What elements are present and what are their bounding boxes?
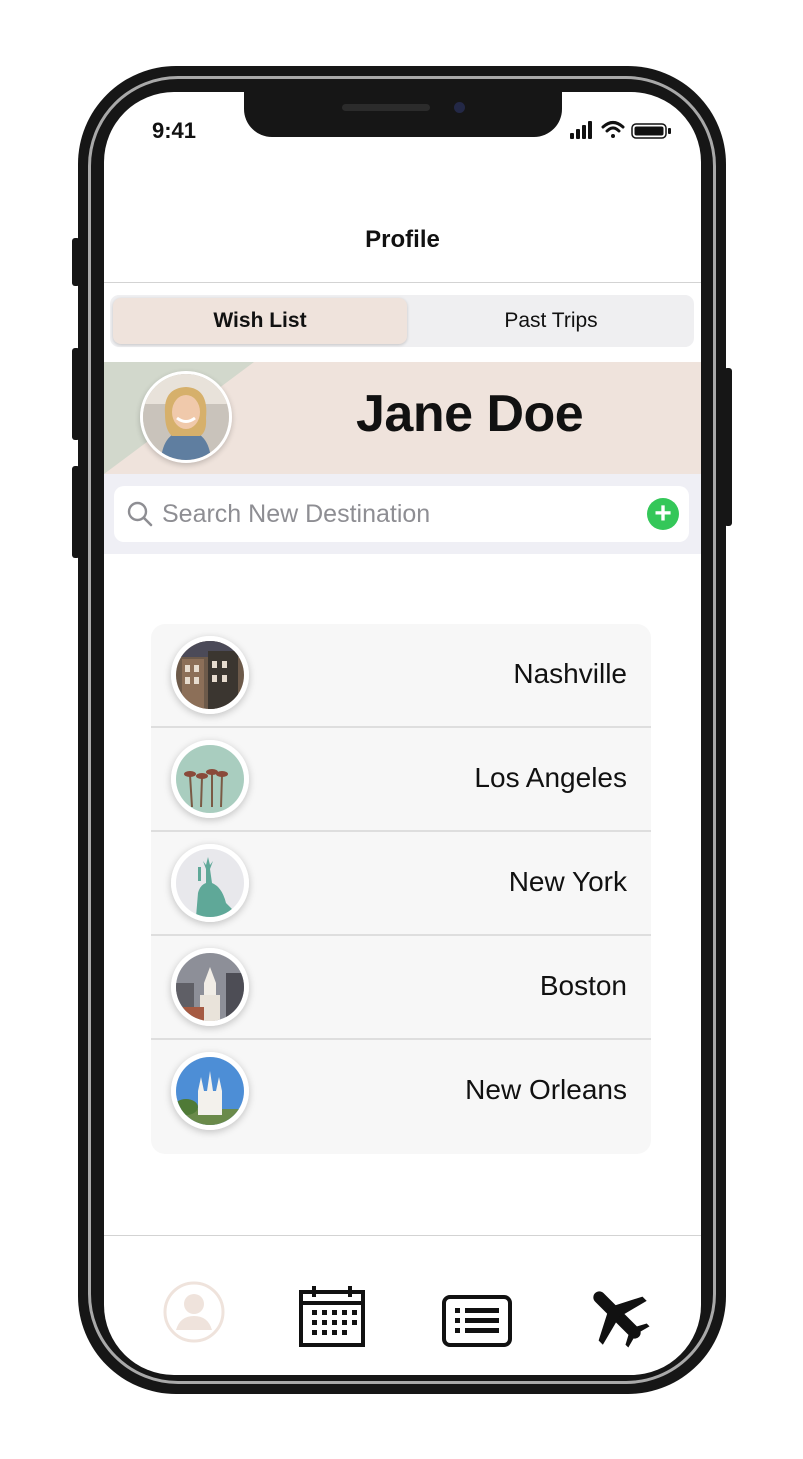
volume-down-button [72, 466, 80, 558]
plus-icon: + [654, 497, 672, 530]
destination-name: New York [508, 866, 627, 897]
tab-past-trips[interactable]: Past Trips [410, 298, 692, 344]
status-time: 9:41 [152, 118, 197, 143]
boston-thumbnail [171, 948, 249, 1026]
nav-divider [104, 282, 701, 283]
page-title: Profile [365, 226, 440, 253]
volume-up-button [72, 348, 80, 440]
avatar-photo [143, 374, 229, 460]
destination-name: Los Angeles [474, 762, 627, 793]
new-orleans-thumbnail [171, 1052, 249, 1130]
profile-name: Jane Doe [356, 385, 584, 443]
add-destination-button[interactable]: + [647, 498, 679, 530]
list-item[interactable]: Los Angeles [151, 728, 651, 832]
destination-name: Boston [539, 970, 627, 1001]
tab-wish-list[interactable]: Wish List [113, 298, 407, 344]
destination-name: Nashville [513, 658, 627, 689]
search-icon [127, 501, 153, 527]
nashville-thumbnail [171, 636, 249, 714]
power-button [724, 368, 732, 526]
battery-icon [631, 123, 671, 139]
airplane-icon[interactable] [584, 1282, 650, 1348]
signal-icon [570, 121, 592, 139]
search-input[interactable] [162, 494, 632, 534]
wifi-icon [601, 121, 625, 138]
status-icons [570, 121, 671, 139]
new-york-thumbnail [171, 844, 249, 922]
speaker-grille [342, 104, 430, 111]
list-item[interactable]: Nashville [151, 624, 651, 728]
tab-bar-divider [104, 1235, 701, 1236]
front-camera [454, 102, 465, 113]
search-box: + [114, 486, 689, 542]
list-item[interactable]: New Orleans [151, 1040, 651, 1144]
profile-icon[interactable] [162, 1280, 226, 1344]
calendar-icon[interactable] [298, 1284, 366, 1348]
list-item[interactable]: Boston [151, 936, 651, 1040]
silent-switch [72, 238, 80, 286]
los-angeles-thumbnail [171, 740, 249, 818]
segmented-control: Wish List Past Trips [110, 295, 694, 347]
avatar[interactable] [140, 371, 232, 463]
search-bar-container: + [104, 474, 701, 554]
destination-list: Nashville Los Angeles New York Boston Ne… [151, 624, 651, 1154]
notch [244, 92, 562, 137]
destination-name: New Orleans [465, 1074, 627, 1105]
profile-banner: Jane Doe [104, 362, 701, 474]
phone-screen: 9:41 Profile Wish List Past Trips Jane D… [104, 92, 701, 1375]
list-item[interactable]: New York [151, 832, 651, 936]
list-icon[interactable] [441, 1294, 513, 1348]
